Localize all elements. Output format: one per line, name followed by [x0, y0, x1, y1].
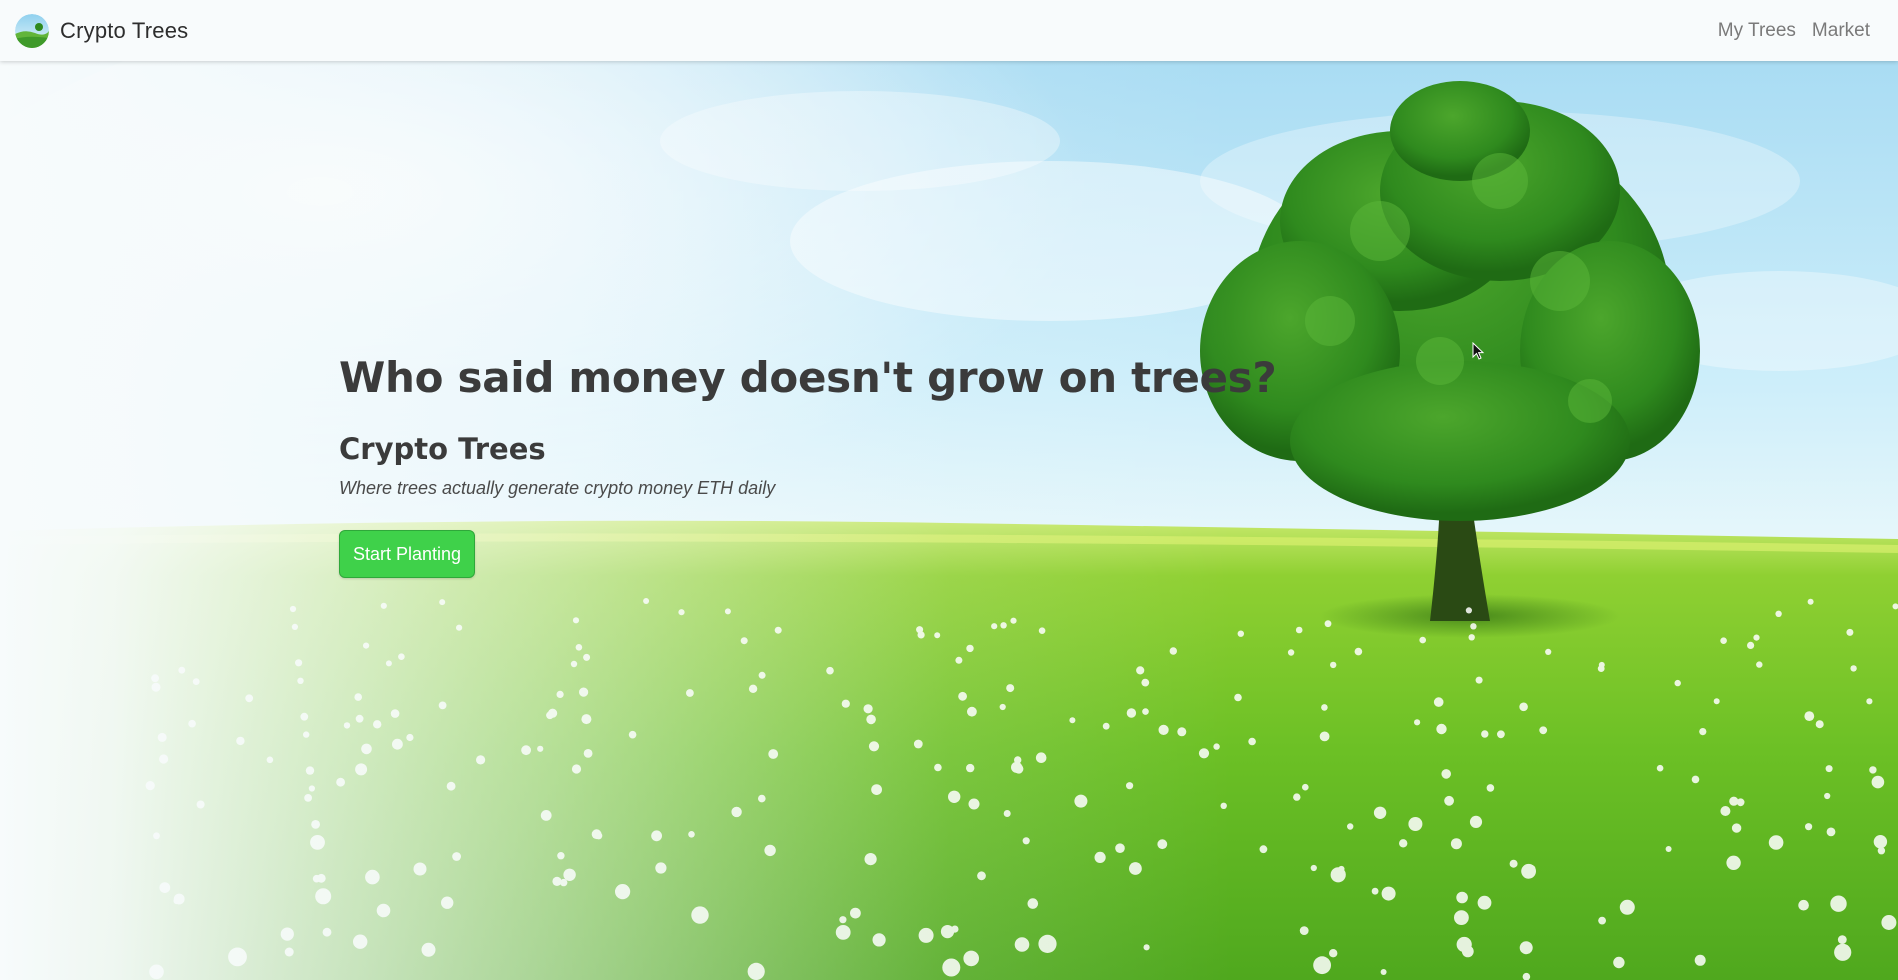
hero-title: Who said money doesn't grow on trees?: [339, 353, 1277, 402]
nav-link-market[interactable]: Market: [1804, 20, 1878, 42]
hero-tagline: Where trees actually generate crypto mon…: [339, 478, 776, 498]
nav-link-my-trees[interactable]: My Trees: [1710, 20, 1804, 42]
hero-content: Who said money doesn't grow on trees? Cr…: [339, 353, 1277, 578]
mouse-pointer-icon: [1472, 342, 1485, 360]
hero-subtitle: Crypto Trees: [339, 432, 546, 466]
hero-section: Who said money doesn't grow on trees? Cr…: [0, 61, 1898, 980]
brand-name: Crypto Trees: [60, 17, 189, 43]
landscape-globe-icon: [15, 13, 49, 48]
brand-link[interactable]: Crypto Trees: [15, 13, 189, 48]
nav-links: My Trees Market: [1710, 20, 1878, 42]
top-navbar: Crypto Trees My Trees Market: [0, 0, 1898, 61]
start-planting-button[interactable]: Start Planting: [339, 530, 476, 578]
